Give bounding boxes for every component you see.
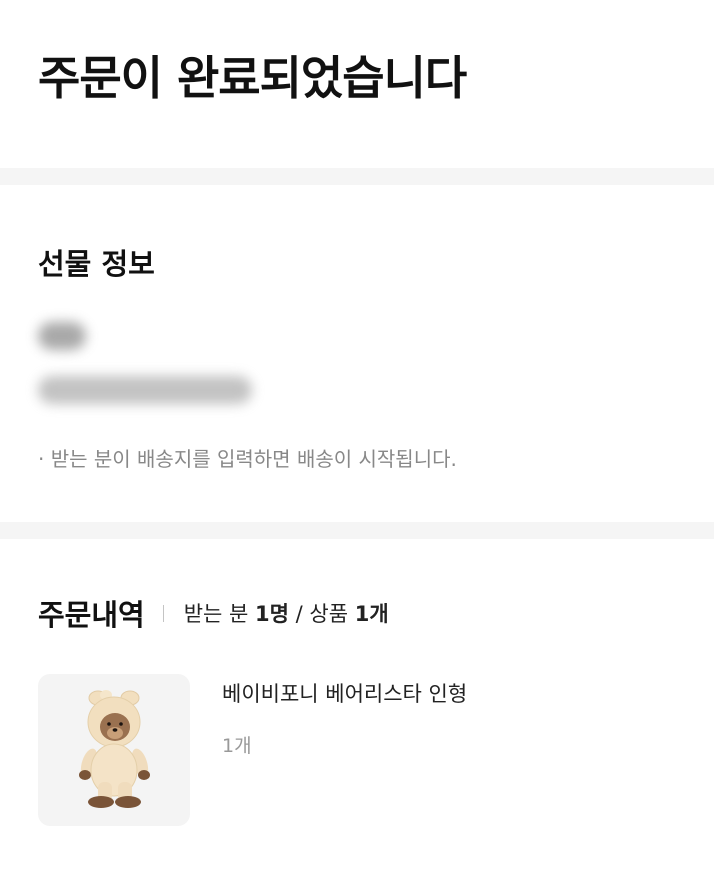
order-summary: 받는 분 1명 / 상품 1개 [183, 602, 389, 626]
header-separator [162, 604, 164, 622]
delivery-notice: · 받는 분이 배송지를 입력하면 배송이 시작됩니다. [38, 447, 457, 471]
recipient-name-redacted [38, 322, 86, 350]
section-divider [0, 522, 714, 539]
product-quantity: 1개 [222, 735, 252, 757]
order-history-title: 주문내역 [38, 598, 145, 632]
order-history-header: 주문내역 받는 분 1명 / 상품 1개 [38, 592, 389, 634]
product-image[interactable] [38, 674, 190, 826]
recipient-phone-redacted [38, 376, 252, 404]
section-divider [0, 168, 714, 185]
product-name[interactable]: 베이비포니 베어리스타 인형 [222, 678, 467, 708]
page-title: 주문이 완료되었습니다 [38, 51, 467, 105]
bear-plush-doll-icon [79, 690, 150, 808]
gift-info-title: 선물 정보 [38, 247, 155, 281]
